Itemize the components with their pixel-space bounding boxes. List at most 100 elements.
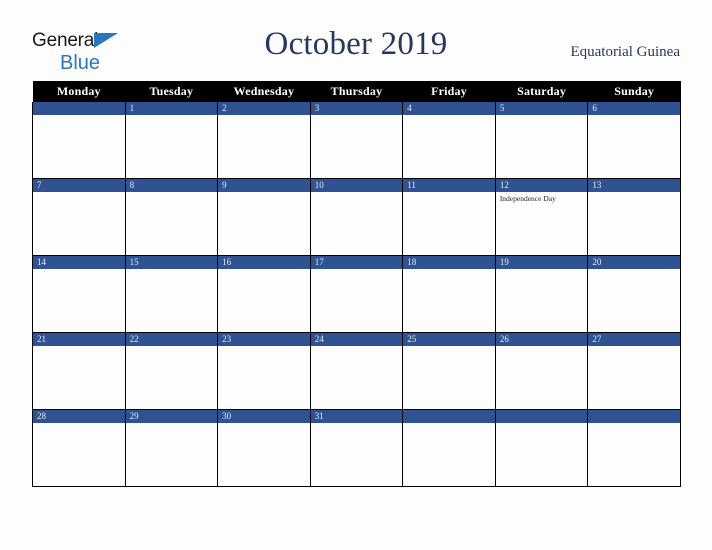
calendar-day-cell[interactable]: 15	[124, 255, 219, 333]
weekday-header-friday: Friday	[402, 81, 496, 102]
day-cell-inner: 6	[588, 102, 680, 178]
day-events	[588, 346, 680, 348]
day-events	[33, 115, 125, 117]
calendar-day-cell[interactable]: 1	[124, 102, 219, 179]
day-cell-inner: 24	[310, 333, 403, 409]
day-cell-inner: 30	[218, 410, 310, 486]
day-number: 6	[588, 102, 680, 115]
day-number: 26	[495, 333, 588, 346]
day-events	[588, 269, 680, 271]
calendar-day-cell[interactable]: 7	[32, 178, 126, 256]
day-cell-inner: 12 Independence Day	[495, 179, 588, 255]
calendar-day-cell[interactable]: 10	[309, 178, 404, 256]
day-number: 19	[495, 256, 588, 269]
day-events	[588, 192, 680, 194]
day-cell-inner: 27	[588, 333, 680, 409]
calendar-day-cell[interactable]: 6	[587, 102, 681, 179]
day-cell-inner	[33, 102, 125, 178]
day-number	[495, 410, 588, 423]
calendar-day-cell[interactable]: 3	[309, 102, 404, 179]
day-cell-inner: 10	[310, 179, 403, 255]
weekday-header-wednesday: Wednesday	[217, 81, 311, 102]
calendar-day-cell[interactable]: 4	[402, 102, 496, 179]
calendar-day-cell[interactable]: 28	[32, 409, 126, 487]
calendar-day-cell[interactable]	[494, 409, 589, 487]
day-number: 20	[588, 256, 680, 269]
calendar-day-cell[interactable]: 31	[309, 409, 404, 487]
page-header: General Blue October 2019 Equatorial Gui…	[0, 0, 712, 81]
calendar-day-cell[interactable]: 20	[587, 255, 681, 333]
calendar-day-cell[interactable]: 19	[494, 255, 589, 333]
day-number: 11	[403, 179, 495, 192]
calendar-day-cell[interactable]: 11	[402, 178, 496, 256]
day-number: 8	[125, 179, 218, 192]
calendar-grid: Monday Tuesday Wednesday Thursday Friday…	[32, 81, 681, 487]
calendar-week-row: 123456	[32, 102, 681, 179]
weekday-header-monday: Monday	[32, 81, 126, 102]
day-number: 17	[310, 256, 403, 269]
day-events	[311, 115, 403, 117]
calendar-day-cell[interactable]	[32, 102, 126, 179]
day-cell-inner: 7	[33, 179, 125, 255]
weekday-header-sunday: Sunday	[587, 81, 681, 102]
calendar-week-row: 21 22 23 24 25 26 27	[32, 332, 681, 410]
calendar-day-cell[interactable]: 16	[217, 255, 311, 333]
day-number	[403, 410, 495, 423]
day-events	[403, 192, 495, 194]
calendar-day-cell[interactable]	[402, 409, 496, 487]
day-cell-inner: 9	[218, 179, 310, 255]
day-number: 30	[218, 410, 310, 423]
day-cell-inner: 29	[125, 410, 218, 486]
day-cell-inner	[403, 410, 495, 486]
calendar-week-row: 14 15 16 17 18 19 20	[32, 255, 681, 333]
calendar-day-cell[interactable]: 22	[124, 332, 219, 410]
day-number: 15	[125, 256, 218, 269]
calendar-day-cell[interactable]: 24	[309, 332, 404, 410]
calendar-day-cell[interactable]: 9	[217, 178, 311, 256]
day-cell-inner	[495, 410, 588, 486]
day-number: 18	[403, 256, 495, 269]
calendar-day-cell[interactable]: 29	[124, 409, 219, 487]
day-number	[33, 102, 125, 115]
calendar-day-cell[interactable]: 26	[494, 332, 589, 410]
day-events	[403, 269, 495, 271]
day-cell-inner: 19	[495, 256, 588, 332]
calendar-day-cell[interactable]: 21	[32, 332, 126, 410]
calendar-day-cell[interactable]: 8	[124, 178, 219, 256]
day-cell-inner: 23	[218, 333, 310, 409]
calendar-day-cell[interactable]: 25	[402, 332, 496, 410]
calendar-day-cell[interactable]: 13	[587, 178, 681, 256]
day-events	[311, 423, 403, 425]
day-cell-inner: 13	[588, 179, 680, 255]
calendar-day-cell[interactable]: 12 Independence Day	[494, 178, 589, 256]
day-cell-inner: 18	[403, 256, 495, 332]
day-number: 5	[495, 102, 588, 115]
weekday-header-tuesday: Tuesday	[125, 81, 218, 102]
day-cell-inner: 25	[403, 333, 495, 409]
day-events	[218, 346, 310, 348]
day-events	[218, 192, 310, 194]
calendar-week-row: 28 29 30 31	[32, 409, 681, 487]
day-number: 10	[310, 179, 403, 192]
day-events	[311, 269, 403, 271]
calendar-day-cell[interactable]: 23	[217, 332, 311, 410]
calendar-day-cell[interactable]: 14	[32, 255, 126, 333]
calendar-day-cell[interactable]: 2	[217, 102, 311, 179]
calendar-day-cell[interactable]: 18	[402, 255, 496, 333]
calendar-day-cell[interactable]: 17	[309, 255, 404, 333]
day-number: 3	[310, 102, 403, 115]
calendar-day-cell[interactable]: 5	[494, 102, 589, 179]
day-cell-inner: 11	[403, 179, 495, 255]
calendar-day-cell[interactable]: 27	[587, 332, 681, 410]
day-number: 1	[125, 102, 218, 115]
weekday-header-saturday: Saturday	[495, 81, 588, 102]
day-number: 28	[33, 410, 125, 423]
day-number: 7	[33, 179, 125, 192]
day-cell-inner: 20	[588, 256, 680, 332]
calendar-day-cell[interactable]: 30	[217, 409, 311, 487]
day-events	[126, 192, 218, 194]
day-cell-inner: 5	[495, 102, 588, 178]
day-number: 14	[33, 256, 125, 269]
calendar-day-cell[interactable]	[587, 409, 681, 487]
day-events	[496, 115, 588, 117]
